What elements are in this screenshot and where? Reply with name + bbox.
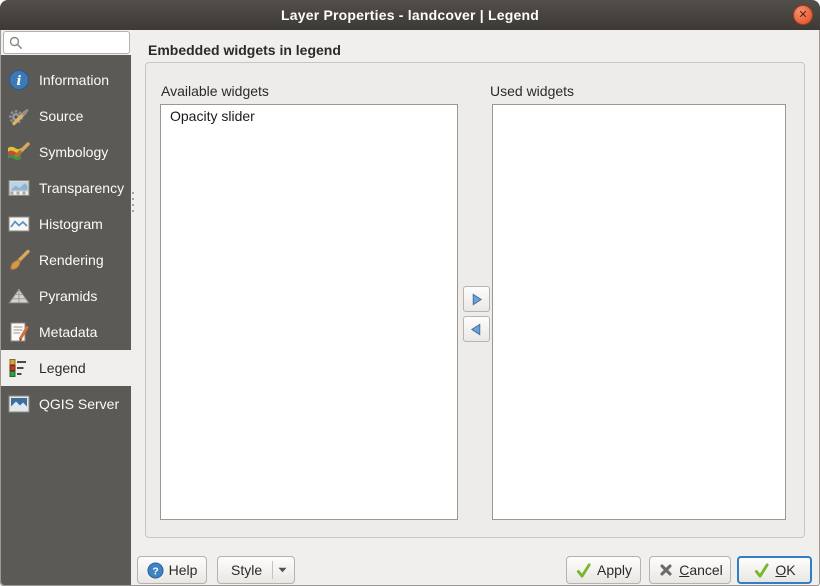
list-item[interactable]: Opacity slider [161, 105, 457, 127]
symbology-icon [7, 140, 31, 164]
help-button[interactable]: ? Help [137, 556, 207, 584]
histogram-icon [7, 212, 31, 236]
apply-label: Apply [596, 562, 633, 578]
ok-button[interactable]: OK [737, 556, 812, 584]
apply-button[interactable]: Apply [566, 556, 641, 584]
svg-text:?: ? [152, 566, 158, 577]
metadata-icon [7, 320, 31, 344]
search-icon [8, 35, 24, 51]
close-icon: ✕ [798, 8, 808, 21]
window-title: Layer Properties - landcover | Legend [281, 7, 539, 23]
arrow-right-icon [469, 292, 484, 307]
check-icon [753, 562, 770, 579]
remove-widget-button[interactable] [463, 316, 490, 342]
available-widgets-list[interactable]: Opacity slider [160, 104, 458, 520]
sidebar-item-label: Rendering [39, 252, 104, 268]
check-icon [575, 562, 592, 579]
legend-icon [7, 356, 31, 380]
sidebar-item-label: Information [39, 72, 110, 88]
help-label: Help [168, 562, 198, 578]
sidebar-item-source[interactable]: Source [1, 98, 131, 134]
layer-properties-dialog: Layer Properties - landcover | Legend ✕ … [0, 0, 820, 586]
sidebar-item-label: Legend [39, 360, 86, 376]
sidebar-item-label: Source [39, 108, 84, 124]
sidebar: i Information Source Symbology Transpare… [1, 55, 131, 585]
add-widget-button[interactable] [463, 286, 490, 312]
svg-text:i: i [17, 74, 22, 89]
pyramids-icon [7, 284, 31, 308]
style-label: Style [231, 562, 263, 578]
qgis-server-icon [7, 392, 31, 416]
group-title: Embedded widgets in legend [148, 42, 341, 58]
chevron-down-icon [278, 567, 287, 573]
cancel-button[interactable]: Cancel [649, 556, 731, 584]
available-widgets-label: Available widgets [161, 83, 269, 99]
sidebar-item-label: Symbology [39, 144, 109, 160]
sidebar-item-transparency[interactable]: Transparency [1, 170, 131, 206]
used-widgets-label: Used widgets [490, 83, 575, 99]
used-widgets-list[interactable] [492, 104, 786, 520]
sidebar-item-symbology[interactable]: Symbology [1, 134, 131, 170]
style-separator [272, 561, 273, 579]
search-input[interactable] [24, 34, 128, 51]
sidebar-item-metadata[interactable]: Metadata [1, 314, 131, 350]
style-dropdown-button[interactable]: Style [217, 556, 295, 584]
sidebar-search[interactable] [3, 31, 130, 54]
rendering-icon [7, 248, 31, 272]
sidebar-item-label: QGIS Server [39, 396, 120, 412]
cancel-label: Cancel [679, 562, 723, 578]
sidebar-item-information[interactable]: i Information [1, 62, 131, 98]
cross-icon [657, 562, 674, 579]
close-button[interactable]: ✕ [793, 5, 813, 25]
help-icon: ? [147, 561, 164, 579]
sidebar-item-label: Transparency [39, 180, 125, 196]
sidebar-item-label: Pyramids [39, 288, 98, 304]
sidebar-item-rendering[interactable]: Rendering [1, 242, 131, 278]
source-icon [7, 104, 31, 128]
titlebar[interactable]: Layer Properties - landcover | Legend ✕ [0, 0, 820, 30]
information-icon: i [7, 68, 31, 92]
sidebar-item-label: Metadata [39, 324, 98, 340]
transparency-icon [7, 176, 31, 200]
arrow-left-icon [469, 322, 484, 337]
ok-label: OK [775, 562, 796, 578]
sidebar-item-qgis-server[interactable]: QGIS Server [1, 386, 131, 422]
sidebar-item-label: Histogram [39, 216, 103, 232]
sidebar-item-legend[interactable]: Legend [1, 350, 131, 386]
sidebar-item-pyramids[interactable]: Pyramids [1, 278, 131, 314]
sidebar-item-histogram[interactable]: Histogram [1, 206, 131, 242]
sidebar-splitter-handle[interactable] [131, 182, 135, 222]
